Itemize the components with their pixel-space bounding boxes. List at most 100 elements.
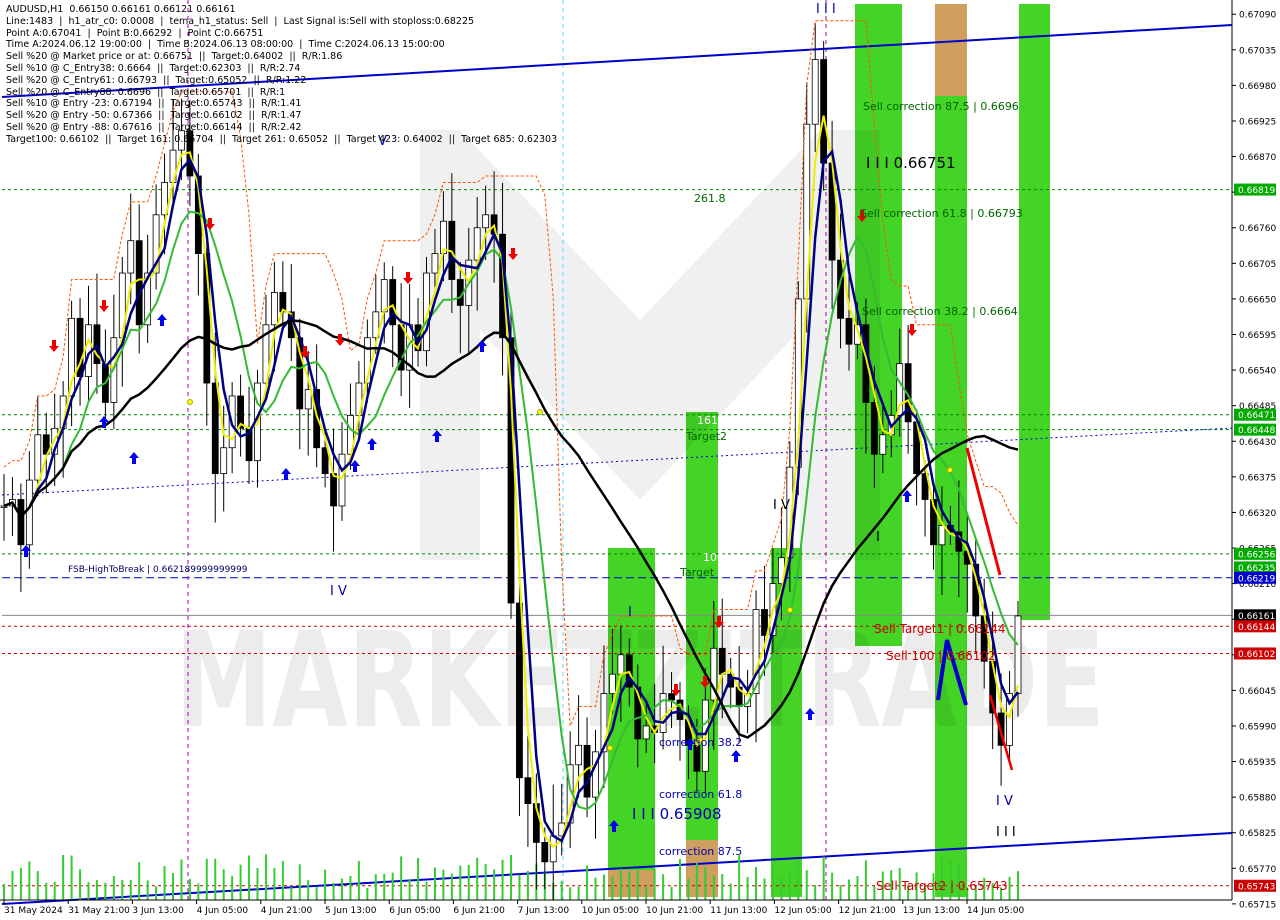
candle-body (330, 473, 337, 507)
candle-body (541, 842, 549, 863)
time-tick-label: 13 Jun 13:00 (903, 906, 960, 916)
chart-annotation: I I I (996, 825, 1016, 840)
price-tick-label: 0.66925 (1239, 117, 1276, 127)
chart-annotation: Sell 100 | 0.66102 (886, 649, 996, 663)
time-tick-label: 4 Jun 05:00 (197, 906, 249, 916)
info-line: Sell %20 @ Market price or at: 0.66751 |… (6, 51, 343, 63)
signal-dot (187, 399, 193, 405)
price-tick-label: 0.66045 (1239, 687, 1276, 697)
price-tag-label: 0.66144 (1238, 623, 1275, 633)
price-tick-label: 0.66540 (1239, 367, 1276, 377)
chart-annotation: correction 61.8 (659, 788, 742, 801)
time-tick-label: 3 Jun 13:00 (132, 906, 184, 916)
chart-annotation: I I I (816, 2, 836, 17)
price-tag-label: 0.65743 (1238, 882, 1275, 892)
candle-body (304, 389, 312, 410)
price-tick-label: 0.66980 (1239, 82, 1276, 92)
time-tick-label: 12 Jun 21:00 (839, 906, 896, 916)
price-tag-label: 0.66448 (1238, 426, 1275, 436)
candle-body (642, 725, 650, 740)
candle-body (380, 279, 388, 313)
info-line: Point A:0.67041 | Point B:0.66292 | Poin… (6, 27, 264, 39)
signal-dot (537, 409, 543, 415)
info-line: Sell %20 @ Entry -88: 0.67616 || Target:… (6, 121, 302, 133)
time-tick-label: 10 Jun 05:00 (582, 906, 639, 916)
price-tick-label: 0.67090 (1239, 11, 1276, 21)
candle-body (609, 673, 616, 695)
candle-body (938, 524, 946, 546)
chart-annotation: I I I 0.66751 (866, 154, 956, 172)
candle-body (524, 777, 532, 804)
time-tick-label: 14 Jun 05:00 (967, 906, 1024, 916)
candle-body (321, 447, 329, 475)
price-tag-label: 0.66256 (1238, 550, 1275, 560)
sell-arrow-icon (403, 272, 413, 284)
price-tick-label: 0.66760 (1239, 224, 1276, 234)
candle-body (693, 744, 701, 772)
chart-annotation: Sell Target1 | 0.66144 (874, 622, 1006, 636)
chart-annotation: 100 (703, 551, 724, 564)
candle-body (668, 693, 675, 701)
time-tick-label: 6 Jun 05:00 (389, 906, 441, 916)
chart-annotation: Sell correction 38.2 | 0.6664 (862, 305, 1018, 318)
chart-annotation: correction 38.2 (659, 736, 742, 749)
candle-body (718, 647, 726, 675)
chart-annotation: Sell Target2 | 0.65743 (876, 879, 1008, 893)
candle-body (17, 499, 25, 546)
chart-window[interactable]: MARKETZITRADE Sell correction 87.5 | 0.6… (0, 0, 1280, 920)
indicator-info-panel: AUDUSD,H1 0.66150 0.66161 0.66121 0.6616… (6, 4, 557, 146)
info-line: Sell %20 @ C_Entry88: 0.6696 || Target:0… (6, 86, 286, 98)
candle-body (431, 253, 439, 274)
price-tick-label: 0.65935 (1239, 758, 1276, 768)
signal-zone (935, 4, 967, 96)
info-line: Sell %20 @ C_Entry61: 0.66793 || Target:… (6, 74, 307, 86)
signal-dot (607, 745, 613, 751)
price-tag-label: 0.66102 (1238, 650, 1275, 660)
candle-body (617, 654, 625, 675)
price-tick-label: 0.67035 (1239, 46, 1276, 56)
signal-zone (935, 4, 967, 897)
time-tick-label: 5 Jun 13:00 (325, 906, 377, 916)
watermark-logo (420, 130, 880, 560)
buy-arrow-icon (367, 438, 377, 450)
buy-arrow-icon (157, 314, 167, 326)
sell-arrow-icon (49, 340, 59, 352)
time-tick-label: 31 May 21:00 (68, 906, 130, 916)
chart-annotation: I V (996, 794, 1013, 809)
price-tick-label: 0.65990 (1239, 722, 1276, 732)
candle-body (270, 292, 278, 326)
chart-annotation: 161.8 (697, 414, 729, 427)
chart-annotation: Sell correction 87.5 | 0.6696 (863, 100, 1019, 113)
candle-body (482, 214, 490, 229)
chart-annotation: Target (679, 566, 715, 579)
price-tick-label: 0.66320 (1239, 509, 1276, 519)
candle-body (870, 402, 878, 455)
candle-body (34, 434, 42, 481)
price-tag-label: 0.66819 (1238, 186, 1275, 196)
signal-zone (608, 870, 655, 897)
candle-body (25, 479, 33, 546)
candle-body (211, 382, 219, 475)
candle-body (761, 609, 768, 636)
price-tag-label: 0.66471 (1238, 411, 1275, 421)
sell-arrow-icon (335, 334, 345, 346)
price-tick-label: 0.66375 (1239, 473, 1276, 483)
chart-annotation: Target2 (685, 430, 727, 443)
price-tick-label: 0.65825 (1239, 829, 1276, 839)
chart-annotation: Sell correction 61.8 | 0.66793 (860, 207, 1023, 220)
candle-body (135, 240, 143, 326)
price-tag-label: 0.66219 (1238, 574, 1275, 584)
chart-annotation: I (628, 605, 632, 620)
price-tick-label: 0.65880 (1239, 794, 1276, 804)
candle-body (575, 744, 582, 766)
time-tick-label: 4 Jun 21:00 (261, 906, 313, 916)
info-line: Sell %20 @ Entry -50: 0.67366 || Target:… (6, 110, 302, 122)
time-tick-label: 7 Jun 13:00 (518, 906, 570, 916)
price-tick-label: 0.65770 (1239, 865, 1276, 875)
info-line: Line:1483 | h1_atr_c0: 0.0008 | tema_h1_… (6, 15, 475, 27)
time-tick-label: 11 Jun 13:00 (710, 906, 767, 916)
candle-body (820, 59, 828, 164)
price-tick-label: 0.66650 (1239, 295, 1276, 305)
info-line: Time A:2024.06.12 19:00:00 | Time B:2024… (6, 39, 445, 51)
price-tick-label: 0.66870 (1239, 153, 1276, 163)
